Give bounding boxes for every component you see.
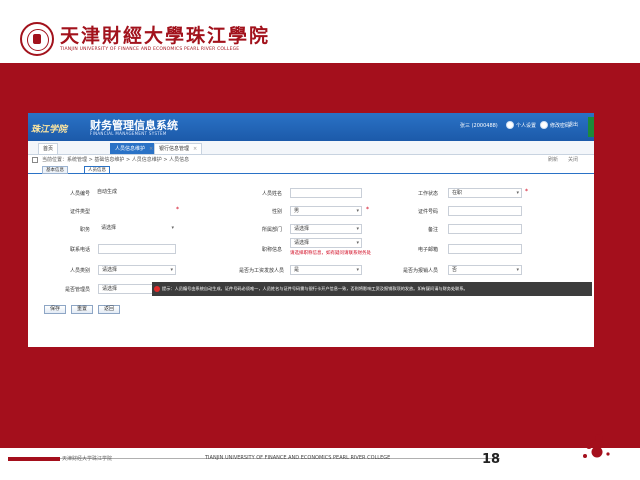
footer-accent: [8, 457, 60, 461]
title-select[interactable]: 请选择: [290, 238, 362, 248]
footer-college-en: TIANJIN UNIVERSITY OF FINANCE AND ECONOM…: [205, 455, 391, 461]
settings-link[interactable]: 个人设置: [506, 121, 536, 129]
position-label: 职务: [79, 227, 90, 233]
current-user: 张三 (2000488): [460, 123, 498, 129]
dept-label: 所属部门: [261, 227, 282, 233]
person-no-label: 人员编号: [69, 191, 90, 197]
work-status-select[interactable]: 在职: [448, 188, 522, 198]
title-error-message: 请选择职称信息，如有疑问请联系财务处: [290, 251, 371, 256]
email-label: 电子邮箱: [417, 247, 438, 253]
close-icon[interactable]: ×: [149, 146, 153, 152]
back-button[interactable]: 返回: [98, 305, 121, 314]
id-no-input[interactable]: [448, 206, 522, 216]
id-type-label: 证件类型: [69, 209, 90, 215]
person-name-label: 人员姓名: [261, 191, 282, 197]
tab-person-info[interactable]: 人员信息维护 ×: [110, 143, 159, 154]
logo-chinese-name: 天津財經大學珠江學院: [60, 25, 271, 47]
change-password-link[interactable]: 修改密码: [540, 121, 570, 129]
title-label: 职称信息: [261, 247, 282, 253]
person-name-input[interactable]: [290, 188, 362, 198]
lock-icon: [540, 121, 548, 129]
work-status-label: 工作状态: [417, 191, 438, 197]
college-logo: 天津財經大學珠江學院 TIANJIN UNIVERSITY OF FINANCE…: [20, 22, 270, 56]
decorative-dots-icon: [583, 434, 610, 458]
tab-home[interactable]: 首页: [38, 143, 59, 154]
reimburse-person-label: 是否为报销人员: [402, 268, 438, 274]
phone-input[interactable]: [98, 244, 176, 254]
position-select[interactable]: 请选择: [98, 224, 176, 234]
email-input[interactable]: [448, 244, 522, 254]
id-no-label: 证件号码: [417, 209, 438, 215]
admin-label: 是否管理员: [64, 287, 90, 293]
tab-bank-info[interactable]: 银行信息管理 ×: [154, 143, 203, 154]
close-link[interactable]: 关闭: [568, 155, 578, 165]
subtab-person[interactable]: 人员信息: [84, 166, 110, 174]
required-mark: *: [176, 206, 179, 213]
salary-person-select[interactable]: 是: [290, 265, 362, 275]
warning-icon: [154, 286, 160, 292]
tooltip-message: 提示：人员编号由系统自动生成，证件号码必须唯一，人员姓名与证件号码需与银行卡开户…: [152, 282, 592, 296]
tab-bar: 首页 人员信息维护 × 银行信息管理 ×: [28, 141, 594, 155]
gender-label: 性别: [271, 209, 282, 215]
form-buttons: 保存 重置 返回: [44, 305, 121, 314]
close-icon[interactable]: ×: [193, 146, 197, 152]
side-marker: [588, 117, 594, 137]
remark-input[interactable]: [448, 224, 522, 234]
required-mark: *: [525, 188, 528, 195]
category-label: 人员类别: [69, 268, 90, 274]
system-subtitle: FINANCIAL MANAGEMENT SYSTEM: [90, 131, 167, 136]
logo-english-name: TIANJIN UNIVERSITY OF FINANCE AND ECONOM…: [60, 47, 240, 52]
slide: 天津財經大學珠江學院 TIANJIN UNIVERSITY OF FINANCE…: [0, 0, 640, 480]
gender-select[interactable]: 男: [290, 206, 362, 216]
breadcrumb: 当前位置：系统管理 > 基础信息维护 > 人员信息维护 > 人员信息 刷新 关闭: [28, 155, 594, 165]
save-button[interactable]: 保存: [44, 305, 67, 314]
sub-tabs: 基本信息 人员信息: [28, 165, 594, 174]
settings-icon: [506, 121, 514, 129]
page-number: 18: [482, 452, 501, 467]
reimburse-person-select[interactable]: 否: [448, 265, 522, 275]
phone-label: 联系电话: [69, 247, 90, 253]
app-brand: 珠江学院: [31, 125, 68, 135]
category-select[interactable]: 请选择: [98, 265, 176, 275]
logout-link[interactable]: 退出: [568, 121, 578, 128]
college-seal-icon: [20, 22, 54, 56]
reset-button[interactable]: 重置: [71, 305, 94, 314]
required-mark: *: [366, 206, 369, 213]
person-no-field: 自动生成: [94, 188, 174, 198]
dept-select[interactable]: 请选择: [290, 224, 362, 234]
nav-icon: [32, 157, 38, 163]
salary-person-label: 是否为工资发放人员: [238, 268, 284, 274]
footer-college-cn: 天津财经大学珠江学院: [62, 456, 113, 462]
remark-label: 备注: [427, 227, 438, 233]
refresh-link[interactable]: 刷新: [548, 155, 558, 165]
subtab-basic[interactable]: 基本信息: [42, 166, 68, 174]
app-header: 珠江学院 财务管理信息系统 FINANCIAL MANAGEMENT SYSTE…: [28, 113, 594, 141]
